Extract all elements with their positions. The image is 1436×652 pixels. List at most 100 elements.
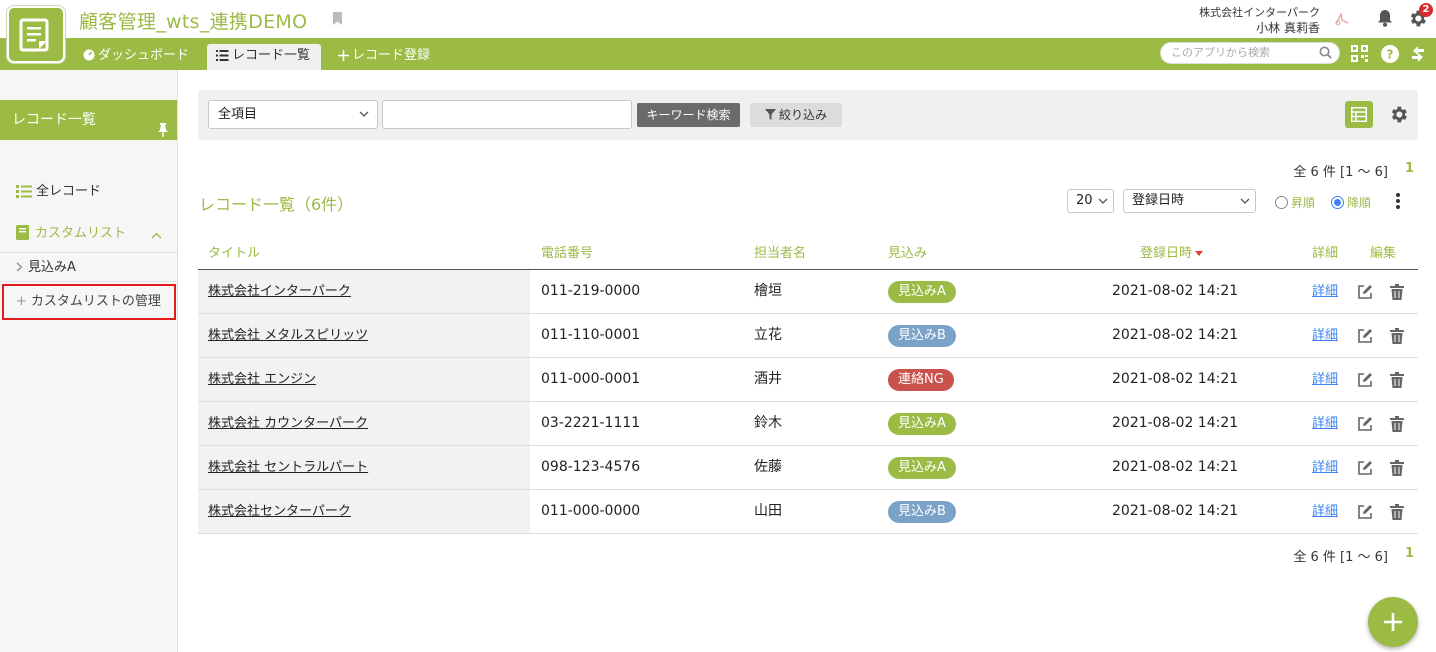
plus-icon: +: [16, 294, 27, 309]
detail-link[interactable]: 詳細: [1312, 358, 1338, 401]
record-title-link[interactable]: 株式会社インターパーク: [198, 270, 530, 313]
sort-field-select[interactable]: 登録日時: [1123, 189, 1256, 213]
table-row: 株式会社 メタルスピリッツ 011-110-0001 立花 見込みB 2021-08-0…: [198, 314, 1418, 358]
trash-icon[interactable]: [1390, 328, 1404, 344]
edit-icon[interactable]: [1357, 284, 1373, 300]
table-view-button[interactable]: [1345, 101, 1373, 128]
chevron-down-icon: [359, 111, 369, 117]
record-title-link[interactable]: 株式会社 エンジン: [198, 358, 530, 401]
company-name: 株式会社インターパーク: [1199, 6, 1320, 19]
edit-icon[interactable]: [1357, 504, 1373, 520]
user-name[interactable]: 小林 真莉香: [1256, 19, 1320, 36]
filter-bar: 全項目 キーワード検索 絞り込み: [198, 90, 1418, 140]
detail-link[interactable]: 詳細: [1312, 270, 1338, 313]
page-number-top[interactable]: 1: [1405, 161, 1414, 176]
chevron-right-icon: [16, 262, 23, 272]
filter-button[interactable]: 絞り込み: [750, 103, 842, 127]
list-icon: [216, 50, 229, 61]
app-logo-icon[interactable]: [7, 6, 65, 63]
record-title-link[interactable]: 株式会社 メタルスピリッツ: [198, 314, 530, 357]
per-page-select[interactable]: 20: [1067, 189, 1114, 213]
column-header-prospect[interactable]: 見込み: [888, 242, 927, 261]
notification-badge: 2: [1419, 3, 1433, 17]
plus-icon: [338, 50, 349, 61]
search-field-select[interactable]: 全項目: [208, 100, 378, 129]
keyword-search-button[interactable]: キーワード検索: [637, 103, 740, 127]
tab-dashboard[interactable]: ダッシュボード: [83, 44, 189, 70]
tab-record-list[interactable]: レコード一覧: [207, 44, 321, 70]
column-header-title[interactable]: タイトル: [208, 242, 260, 261]
table-header: タイトル 電話番号 担当者名 見込み 登録日時 詳細 編集: [198, 236, 1418, 270]
tab-record-register[interactable]: レコード登録: [338, 44, 430, 70]
date-cell: 2021-08-02 14:21: [1112, 371, 1239, 387]
pin-icon[interactable]: [157, 113, 169, 153]
per-page-value: 20: [1076, 193, 1093, 208]
phone-cell: 011-219-0000: [541, 283, 641, 299]
user-avatar-icon[interactable]: [1333, 11, 1351, 31]
filter-icon: [764, 109, 776, 120]
column-header-person[interactable]: 担当者名: [754, 242, 806, 261]
trash-icon[interactable]: [1390, 372, 1404, 388]
edit-icon[interactable]: [1357, 372, 1373, 388]
app-title[interactable]: 顧客管理_wts_連携DEMO: [79, 7, 307, 34]
edit-icon[interactable]: [1357, 328, 1373, 344]
date-cell: 2021-08-02 14:21: [1112, 415, 1239, 431]
column-header-phone[interactable]: 電話番号: [541, 242, 593, 261]
prospect-badge: 見込みA: [888, 457, 956, 479]
nav-bar: ダッシュボード レコード一覧 レコード登録 このアプリから検索 ?: [0, 38, 1436, 70]
trash-icon[interactable]: [1390, 284, 1404, 300]
sidebar-item-custom-list-entry[interactable]: 見込みA: [0, 252, 177, 282]
bell-icon[interactable]: [1375, 8, 1395, 32]
sort-desc-arrow-icon: [1195, 251, 1204, 256]
detail-link[interactable]: 詳細: [1312, 446, 1338, 489]
search-icon[interactable]: [1319, 46, 1332, 63]
plus-icon: [1384, 613, 1402, 631]
sidebar-item-manage-label: カスタムリストの管理: [30, 294, 161, 309]
record-title-link[interactable]: 株式会社 セントラルパート: [198, 446, 530, 489]
trash-icon[interactable]: [1390, 416, 1404, 432]
record-title-link[interactable]: 株式会社 カウンターパーク: [198, 402, 530, 445]
record-title-link[interactable]: 株式会社センターパーク: [198, 490, 530, 533]
page-number-bottom[interactable]: 1: [1405, 546, 1414, 561]
sidebar-item-all-records[interactable]: 全レコード: [16, 180, 193, 199]
detail-link[interactable]: 詳細: [1312, 314, 1338, 357]
sort-desc-radio[interactable]: 降順: [1331, 194, 1371, 211]
add-record-button[interactable]: [1368, 597, 1418, 647]
sort-asc-label: 昇順: [1291, 196, 1316, 210]
list-icon: [16, 185, 32, 198]
help-icon[interactable]: ?: [1381, 45, 1399, 67]
prospect-badge: 見込みA: [888, 413, 956, 435]
detail-link[interactable]: 詳細: [1312, 490, 1338, 533]
person-cell: 酒井: [754, 371, 782, 387]
trash-icon[interactable]: [1390, 460, 1404, 476]
person-cell: 檜垣: [754, 283, 782, 299]
sidebar-item-custom-list[interactable]: カスタムリスト: [16, 222, 168, 241]
search-field-select-value: 全項目: [218, 107, 258, 122]
sort-field-value: 登録日時: [1132, 193, 1185, 208]
phone-cell: 011-000-0000: [541, 503, 641, 519]
tab-register-label: レコード登録: [352, 48, 431, 63]
table-row: 株式会社 カウンターパーク 03-2221-1111 鈴木 見込みA 2021-08-0…: [198, 402, 1418, 446]
sort-asc-radio[interactable]: 昇順: [1275, 194, 1315, 211]
keyword-search-input[interactable]: [382, 100, 632, 129]
trash-icon[interactable]: [1390, 504, 1404, 520]
sidebar-item-manage-custom-list[interactable]: + カスタムリストの管理: [2, 284, 176, 320]
more-vertical-icon[interactable]: [1395, 192, 1401, 214]
bookmark-icon[interactable]: [332, 11, 343, 30]
gear-icon[interactable]: [1388, 104, 1409, 129]
sync-icon[interactable]: [1410, 45, 1426, 67]
app-search-input[interactable]: このアプリから検索: [1160, 42, 1340, 64]
detail-link[interactable]: 詳細: [1312, 402, 1338, 445]
chevron-up-icon[interactable]: [151, 225, 168, 240]
phone-cell: 011-000-0001: [541, 371, 641, 387]
prospect-badge: 見込みB: [888, 325, 956, 347]
qr-code-icon[interactable]: [1351, 45, 1368, 66]
column-header-date[interactable]: 登録日時: [1140, 242, 1204, 261]
edit-icon[interactable]: [1357, 460, 1373, 476]
column-header-detail: 詳細: [1312, 246, 1339, 261]
list-title: レコード一覧（6件）: [199, 195, 354, 214]
phone-cell: 098-123-4576: [541, 459, 641, 475]
prospect-badge: 連絡NG: [888, 369, 954, 391]
edit-icon[interactable]: [1357, 416, 1373, 432]
phone-cell: 011-110-0001: [541, 327, 641, 343]
